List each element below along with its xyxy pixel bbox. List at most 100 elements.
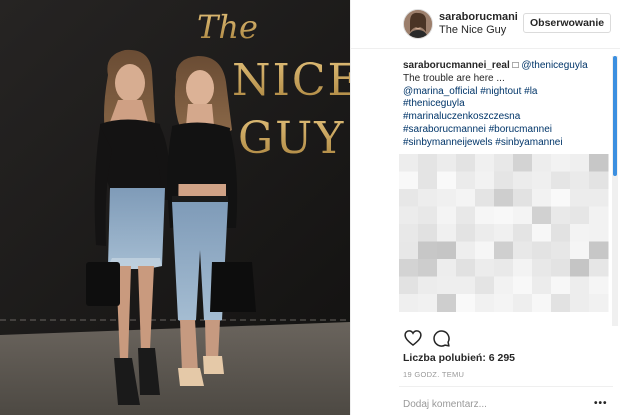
pixelated-comments xyxy=(399,154,609,314)
mosaic-tile xyxy=(399,259,419,277)
caption-hashtag-line[interactable]: #theniceguyla xyxy=(403,98,603,111)
mosaic-tile xyxy=(475,259,495,277)
mosaic-tile xyxy=(551,171,571,190)
likes-count[interactable]: Liczba polubień: 6 295 xyxy=(403,352,515,364)
mosaic-tile xyxy=(513,206,533,225)
mosaic-tile xyxy=(570,154,590,172)
mosaic-tile xyxy=(475,276,495,295)
mosaic-tile xyxy=(589,224,609,242)
mosaic-tile xyxy=(494,276,514,295)
mosaic-tile xyxy=(437,224,457,242)
mosaic-tile xyxy=(570,241,590,260)
avatar-image xyxy=(404,10,432,38)
post-author-username[interactable]: saraborucmani xyxy=(439,11,518,23)
mosaic-tile xyxy=(532,171,552,190)
caption-icon: □ xyxy=(512,60,519,71)
mosaic-tile xyxy=(494,206,514,225)
mosaic-tile xyxy=(570,259,590,277)
mosaic-tile xyxy=(513,276,533,295)
caption-hashtag-line[interactable]: #saraborucmannei #borucmannei xyxy=(403,124,603,137)
mosaic-tile xyxy=(532,294,552,312)
mosaic-tile xyxy=(456,171,476,190)
mosaic-tile xyxy=(551,224,571,242)
mosaic-tile xyxy=(418,241,438,260)
post-header: saraborucmani The Nice Guy Obserwowanie xyxy=(351,0,620,49)
caption-hashtag-line[interactable]: @marina_official #nightout #la xyxy=(403,86,603,99)
mosaic-tile xyxy=(494,171,514,190)
caption-first-line: saraborucmannei_real □ @theniceguyla xyxy=(403,60,603,73)
mosaic-tile xyxy=(551,294,571,312)
sign-the: The xyxy=(197,8,258,46)
sign-nice: NICE xyxy=(232,55,350,106)
caption-hashtag-line[interactable]: #sinbymanneijewels #sinbyamannei xyxy=(403,137,603,150)
mosaic-tile xyxy=(513,294,533,312)
mosaic-tile xyxy=(475,224,495,242)
mosaic-tile xyxy=(551,259,571,277)
mosaic-tile xyxy=(437,276,457,295)
mosaic-tile xyxy=(456,294,476,312)
mosaic-tile xyxy=(475,294,495,312)
mosaic-tile xyxy=(437,154,457,172)
mosaic-tile xyxy=(399,276,419,295)
mosaic-tile xyxy=(399,171,419,190)
mosaic-tile xyxy=(475,154,495,172)
mosaic-tile xyxy=(475,171,495,190)
more-options-button[interactable]: ••• xyxy=(594,398,608,409)
mosaic-tile xyxy=(399,294,419,312)
mosaic-tile xyxy=(513,171,533,190)
mosaic-tile xyxy=(456,259,476,277)
mosaic-tile xyxy=(494,224,514,242)
post-photo-image: The NICE GUY xyxy=(0,0,350,415)
mosaic-tile xyxy=(456,241,476,260)
mosaic-tile xyxy=(399,206,419,225)
mosaic-tile xyxy=(494,241,514,260)
mosaic-tile xyxy=(456,189,476,207)
mosaic-tile xyxy=(475,189,495,207)
mosaic-tile xyxy=(475,206,495,225)
mosaic-tile xyxy=(494,189,514,207)
sign-guy: GUY xyxy=(238,113,345,164)
mosaic-tile xyxy=(494,154,514,172)
mosaic-tile xyxy=(589,259,609,277)
mosaic-tile xyxy=(456,224,476,242)
mosaic-tile xyxy=(570,294,590,312)
mosaic-tile xyxy=(418,154,438,172)
comment-bubble-icon[interactable] xyxy=(431,328,451,348)
mosaic-tile xyxy=(551,241,571,260)
mosaic-tile xyxy=(551,154,571,172)
caption-username[interactable]: saraborucmannei_real xyxy=(403,60,510,71)
mosaic-tile xyxy=(532,189,552,207)
mosaic-tile xyxy=(418,189,438,207)
heart-icon[interactable] xyxy=(403,328,423,348)
mosaic-tile xyxy=(532,241,552,260)
mosaic-tile xyxy=(475,241,495,260)
mosaic-tile xyxy=(437,294,457,312)
post-location[interactable]: The Nice Guy xyxy=(439,24,506,36)
mosaic-tile xyxy=(399,224,419,242)
add-comment-input[interactable] xyxy=(403,397,583,411)
caption-hashtag-line[interactable]: #marinaluczenkoszczesna xyxy=(403,111,603,124)
mosaic-tile xyxy=(513,241,533,260)
caption-text-line: The trouble are here ... xyxy=(403,72,505,84)
mosaic-tile xyxy=(589,276,609,295)
mosaic-tile xyxy=(532,224,552,242)
caption-mention[interactable]: @theniceguyla xyxy=(521,60,587,71)
post-photo[interactable]: The NICE GUY xyxy=(0,0,350,415)
mosaic-tile xyxy=(399,154,419,172)
post-side-panel: saraborucmani The Nice Guy Obserwowanie … xyxy=(350,0,620,415)
mosaic-tile xyxy=(418,224,438,242)
mosaic-tile xyxy=(513,154,533,172)
mosaic-tile xyxy=(570,224,590,242)
avatar[interactable] xyxy=(403,9,433,39)
mosaic-tile xyxy=(551,189,571,207)
divider xyxy=(399,386,613,387)
following-button[interactable]: Obserwowanie xyxy=(523,13,612,33)
mosaic-tile xyxy=(589,154,609,172)
mosaic-tile xyxy=(551,276,571,295)
post-timestamp[interactable]: 19 GODZ. TEMU xyxy=(403,370,464,379)
comments-scrollbar-thumb[interactable] xyxy=(613,56,617,176)
mosaic-tile xyxy=(437,206,457,225)
post-actions xyxy=(403,328,613,350)
mosaic-tile xyxy=(513,224,533,242)
mosaic-tile xyxy=(532,259,552,277)
